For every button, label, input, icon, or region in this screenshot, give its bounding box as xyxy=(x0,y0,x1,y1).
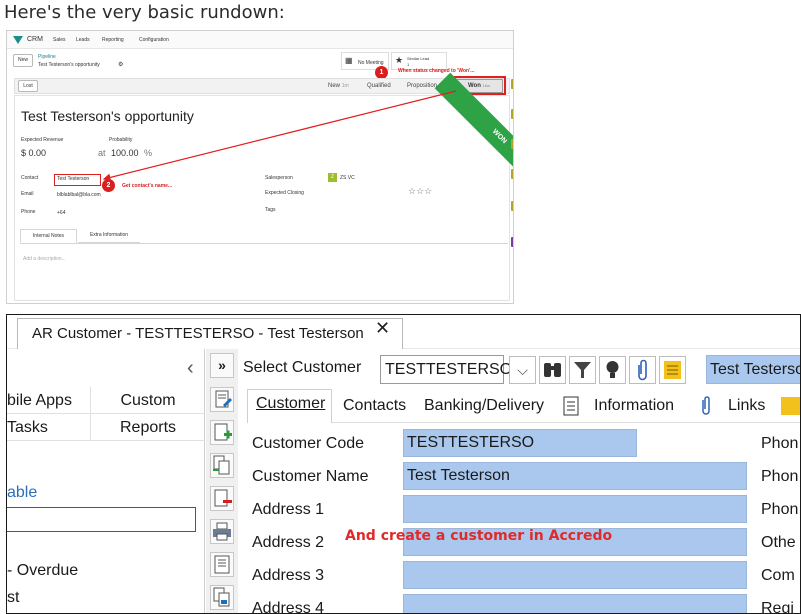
accredo-titlebar: AR Customer - TESTTESTERSO - Test Tester… xyxy=(7,315,800,349)
filter-icon[interactable] xyxy=(569,356,596,384)
left-grid-reports[interactable]: Reports xyxy=(91,414,205,441)
tab-links[interactable]: Links xyxy=(728,397,765,415)
expand-icon[interactable]: » xyxy=(210,353,234,378)
notes-icon[interactable] xyxy=(659,356,686,384)
crm-screenshot: CRM Sales Leads Reporting Configuration … xyxy=(6,30,514,304)
left-grid-mobile-apps[interactable]: bile Apps xyxy=(7,387,91,414)
list-item[interactable]: st xyxy=(7,589,19,607)
add-document-icon[interactable] xyxy=(210,420,234,445)
intro-text: Here's the very basic rundown: xyxy=(4,2,285,23)
preview-document-icon[interactable] xyxy=(210,585,234,610)
chevron-down-icon[interactable]: ⌵ xyxy=(509,356,536,384)
delete-document-icon[interactable] xyxy=(210,486,234,511)
left-grid-tasks[interactable]: Tasks xyxy=(7,414,91,441)
right-field-label: Regi xyxy=(761,600,794,614)
accredo-screenshot: AR Customer - TESTTESTERSO - Test Tester… xyxy=(6,314,801,614)
customer-code-field[interactable]: TESTTESTERSO xyxy=(403,429,637,457)
select-customer-input[interactable]: TESTTESTERSO xyxy=(380,355,512,384)
field-label-address-4: Address 4 xyxy=(252,600,325,614)
field-label-address-3: Address 3 xyxy=(252,567,325,584)
address-1-field[interactable] xyxy=(403,495,747,523)
left-search-input[interactable] xyxy=(7,507,196,532)
tab-customer[interactable]: Customer xyxy=(256,395,325,413)
binoculars-icon[interactable] xyxy=(539,356,566,384)
list-item[interactable]: - Overdue xyxy=(7,562,78,580)
document-icon xyxy=(563,396,579,416)
accredo-window-tab[interactable]: AR Customer - TESTTESTERSO - Test Tester… xyxy=(17,318,403,349)
accredo-window-title: AR Customer - TESTTESTERSO - Test Tester… xyxy=(32,325,364,342)
address-3-field[interactable] xyxy=(403,561,747,589)
select-customer-label: Select Customer xyxy=(243,359,362,376)
right-field-label: Com xyxy=(761,567,795,584)
notes-tab-icon xyxy=(781,397,800,415)
right-field-label: Phon xyxy=(761,435,799,452)
tab-banking-delivery[interactable]: Banking/Delivery xyxy=(424,397,544,415)
left-grid-custom[interactable]: Custom xyxy=(91,387,205,414)
right-field-label: Phon xyxy=(761,468,799,485)
tab-contacts[interactable]: Contacts xyxy=(343,397,406,415)
close-icon[interactable]: ✕ xyxy=(375,318,390,339)
accredo-annotation-text: And create a customer in Accredo xyxy=(345,528,613,544)
right-field-label: Phon xyxy=(761,501,799,518)
field-label-address-1: Address 1 xyxy=(252,501,325,518)
edit-document-icon[interactable] xyxy=(210,387,234,412)
paperclip-icon[interactable] xyxy=(629,356,656,384)
chevron-left-icon[interactable]: ‹ xyxy=(187,357,194,380)
print-icon[interactable] xyxy=(210,519,234,544)
field-label-customer-code: Customer Code xyxy=(252,435,365,452)
customer-name-display: Test Testerson xyxy=(706,355,800,384)
field-label-address-2: Address 2 xyxy=(252,534,325,551)
address-4-field[interactable] xyxy=(403,594,747,613)
annotation-arrow xyxy=(102,90,457,182)
field-label-customer-name: Customer Name xyxy=(252,468,369,485)
copy-document-icon[interactable] xyxy=(210,453,234,478)
left-link[interactable]: able xyxy=(7,484,37,502)
customer-name-field[interactable]: Test Testerson xyxy=(403,462,747,490)
lightbulb-icon[interactable] xyxy=(599,356,626,384)
accredo-icon-column: » xyxy=(206,349,238,613)
accredo-left-panel: ‹ bile Apps Custom Tasks Reports able - … xyxy=(7,349,205,613)
right-field-label: Othe xyxy=(761,534,796,551)
list-document-icon[interactable] xyxy=(210,552,234,577)
paperclip-icon xyxy=(702,396,710,415)
tab-information[interactable]: Information xyxy=(594,397,674,415)
